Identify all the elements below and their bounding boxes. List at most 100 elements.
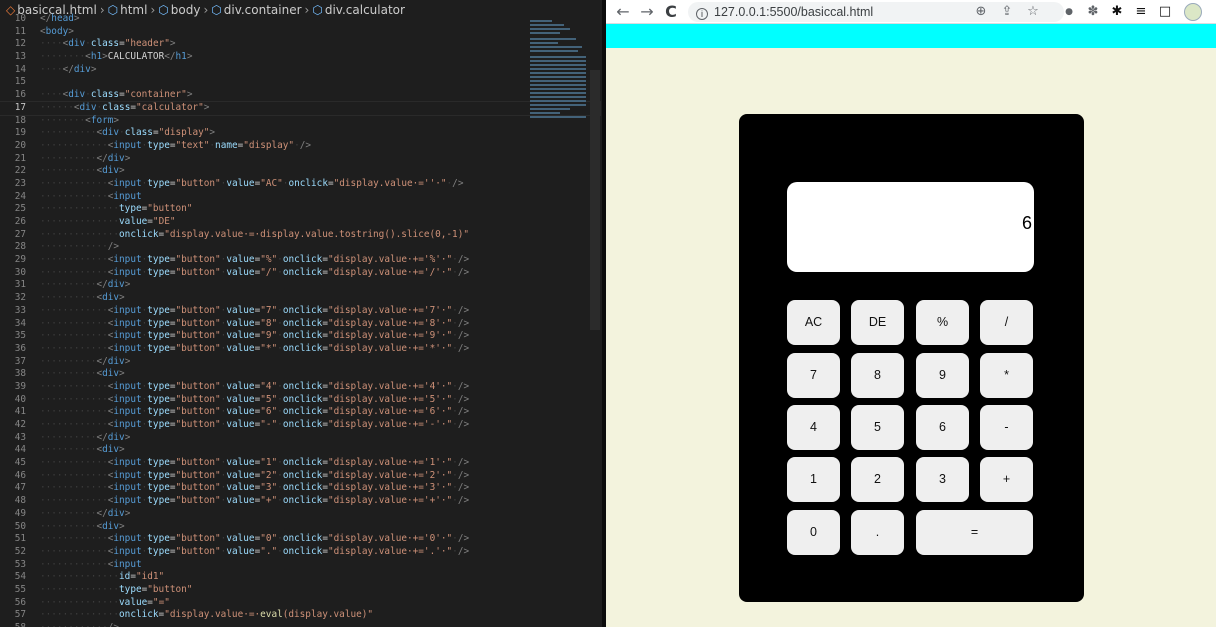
code-line[interactable]: 29 ············<input·type="button"·value… — [0, 254, 600, 267]
minimap[interactable] — [518, 20, 588, 130]
code-line[interactable]: 38 ··········<div> — [0, 368, 600, 381]
editor-scrollbar[interactable] — [590, 70, 600, 330]
code-line[interactable]: 52 ············<input·type="button"·value… — [0, 546, 600, 559]
reload-icon[interactable]: C — [660, 1, 682, 23]
code-line[interactable]: 32 ··········<div> — [0, 292, 600, 305]
calc-key[interactable]: = — [916, 510, 1033, 555]
code-line[interactable]: 48 ············<input·type="button"·value… — [0, 495, 600, 508]
code-token: ············ — [40, 469, 108, 481]
code-line[interactable]: 30 ············<input·type="button"·value… — [0, 267, 600, 280]
code-line[interactable]: 58············/> — [0, 622, 600, 627]
line-number: 29 — [14, 254, 26, 266]
code-line[interactable]: 42 ············<input·type="button"·value… — [0, 419, 600, 432]
back-icon[interactable]: ← — [612, 1, 634, 23]
calc-key[interactable]: 3 — [916, 457, 969, 502]
calc-key[interactable]: AC — [787, 300, 840, 345]
site-info-icon[interactable]: i — [696, 8, 708, 20]
code-token: name — [215, 139, 238, 151]
calc-key[interactable]: + — [980, 457, 1033, 502]
code-line[interactable]: 43 ··········</div> — [0, 432, 600, 445]
code-lines[interactable]: 10 </head> 11 <body> 12 ····<div·class="heade… — [0, 13, 601, 627]
calc-key[interactable]: / — [980, 300, 1033, 345]
code-token: /> — [457, 393, 470, 405]
code-token: type — [147, 495, 170, 507]
bookmark-star-icon[interactable]: ☆ — [1024, 3, 1042, 21]
code-line[interactable]: 54 ··············id="id1" — [0, 571, 600, 584]
code-line[interactable]: 56 ··············value="=" — [0, 597, 600, 610]
code-line[interactable]: 44 ··········<div> — [0, 444, 600, 457]
url-text[interactable]: 127.0.0.1:5500/basiccal.html — [714, 5, 873, 19]
code-text: ············/> — [26, 622, 119, 627]
calc-key[interactable]: DE — [851, 300, 904, 345]
code-line[interactable]: 57 ··············onclick="display.value·=… — [0, 609, 600, 622]
code-line[interactable]: 28 ············/> — [0, 241, 600, 254]
code-line[interactable]: 53 ············<input — [0, 559, 600, 572]
code-line[interactable]: 45 ············<input·type="button"·value… — [0, 457, 600, 470]
code-line[interactable]: 46 ············<input·type="button"·value… — [0, 470, 600, 483]
share-icon[interactable]: ⇪ — [998, 3, 1016, 21]
calc-key[interactable]: % — [916, 300, 969, 345]
code-line[interactable]: 13 ········<h1>CALCULATOR</h1> — [0, 51, 600, 64]
code-line[interactable]: 21 ··········</div> — [0, 153, 600, 166]
code-token: type — [147, 342, 170, 354]
code-line[interactable]: 15 — [0, 76, 600, 89]
calc-key[interactable]: * — [980, 353, 1033, 398]
extensions-puzzle-icon[interactable]: ✱ — [1108, 3, 1126, 21]
line-number: 31 — [14, 279, 26, 291]
code-token: > — [73, 13, 80, 24]
code-line[interactable]: 19 ··········<div·class="display"> — [0, 127, 600, 140]
code-token: > — [90, 63, 97, 75]
code-line[interactable]: 25 ··············type="button" — [0, 203, 600, 216]
calculator-display[interactable]: 6 — [787, 182, 1034, 272]
code-line[interactable]: 36 ············<input·type="button"·value… — [0, 343, 600, 356]
reading-list-icon[interactable]: ≡ — [1132, 3, 1150, 21]
calc-key[interactable]: 7 — [787, 353, 840, 398]
code-line[interactable]: 24 ············<input — [0, 191, 600, 204]
code-line[interactable]: 20 ············<input·type="text"·name="d… — [0, 140, 600, 153]
code-line[interactable]: 23 ············<input·type="button"·value… — [0, 178, 600, 191]
forward-icon[interactable]: → — [636, 1, 658, 23]
code-line[interactable]: 40 ············<input·type="button"·value… — [0, 394, 600, 407]
code-line[interactable]: 49 ··········</div> — [0, 508, 600, 521]
code-line[interactable]: 12 ····<div·class="header"> — [0, 38, 600, 51]
code-line[interactable]: 35 ············<input·type="button"·value… — [0, 330, 600, 343]
calc-key[interactable]: 6 — [916, 405, 969, 450]
profile-avatar[interactable] — [1184, 3, 1202, 21]
code-line[interactable]: 50 ··········<div> — [0, 521, 600, 534]
code-line[interactable]: 31 ··········</div> — [0, 279, 600, 292]
code-line[interactable]: 41 ············<input·type="button"·value… — [0, 406, 600, 419]
code-line[interactable]: 33 ············<input·type="button"·value… — [0, 305, 600, 318]
calc-key[interactable]: . — [851, 510, 904, 555]
code-line[interactable]: 51 ············<input·type="button"·value… — [0, 533, 600, 546]
extension-shield-icon[interactable]: ● — [1060, 3, 1078, 21]
calc-key[interactable]: 4 — [787, 405, 840, 450]
calc-key[interactable]: 2 — [851, 457, 904, 502]
code-line[interactable]: 26 ··············value="DE" — [0, 216, 600, 229]
code-line[interactable]: 18 ········<form> — [0, 115, 600, 128]
calc-key[interactable]: 0 — [787, 510, 840, 555]
code-token: input — [113, 545, 142, 557]
extension-bug-icon[interactable]: ✽ — [1084, 3, 1102, 21]
code-line[interactable]: 22 ··········<div> — [0, 165, 600, 178]
code-line[interactable]: 11 <body> — [0, 26, 600, 39]
calc-key[interactable]: - — [980, 405, 1033, 450]
code-line[interactable]: 17 ······<div·class="calculator"> — [0, 100, 601, 116]
code-line[interactable]: 47 ············<input·type="button"·value… — [0, 482, 600, 495]
code-line[interactable]: 37 ··········</div> — [0, 356, 600, 369]
calc-key[interactable]: 5 — [851, 405, 904, 450]
code-line[interactable]: 16 ····<div·class="container"> — [0, 89, 600, 102]
side-panel-icon[interactable]: □ — [1156, 3, 1174, 21]
calc-key[interactable]: 9 — [916, 353, 969, 398]
code-line[interactable]: 34 ············<input·type="button"·value… — [0, 318, 600, 331]
code-editor[interactable]: ◇ basiccal.html › ⬡ html › ⬡ body › ⬡ div.containe… — [0, 0, 602, 627]
zoom-icon[interactable]: ⊕ — [972, 3, 990, 21]
code-token: "button" — [175, 317, 221, 329]
calc-key[interactable]: 1 — [787, 457, 840, 502]
calc-key[interactable]: 8 — [851, 353, 904, 398]
code-line[interactable]: 39 ············<input·type="button"·value… — [0, 381, 600, 394]
code-line[interactable]: 10 </head> — [0, 13, 600, 26]
code-line[interactable]: 55 ··············type="button" — [0, 584, 600, 597]
code-token: "." — [260, 545, 278, 557]
code-line[interactable]: 27 ··············onclick="display.value·=… — [0, 229, 600, 242]
code-line[interactable]: 14 ····</div> — [0, 64, 600, 77]
